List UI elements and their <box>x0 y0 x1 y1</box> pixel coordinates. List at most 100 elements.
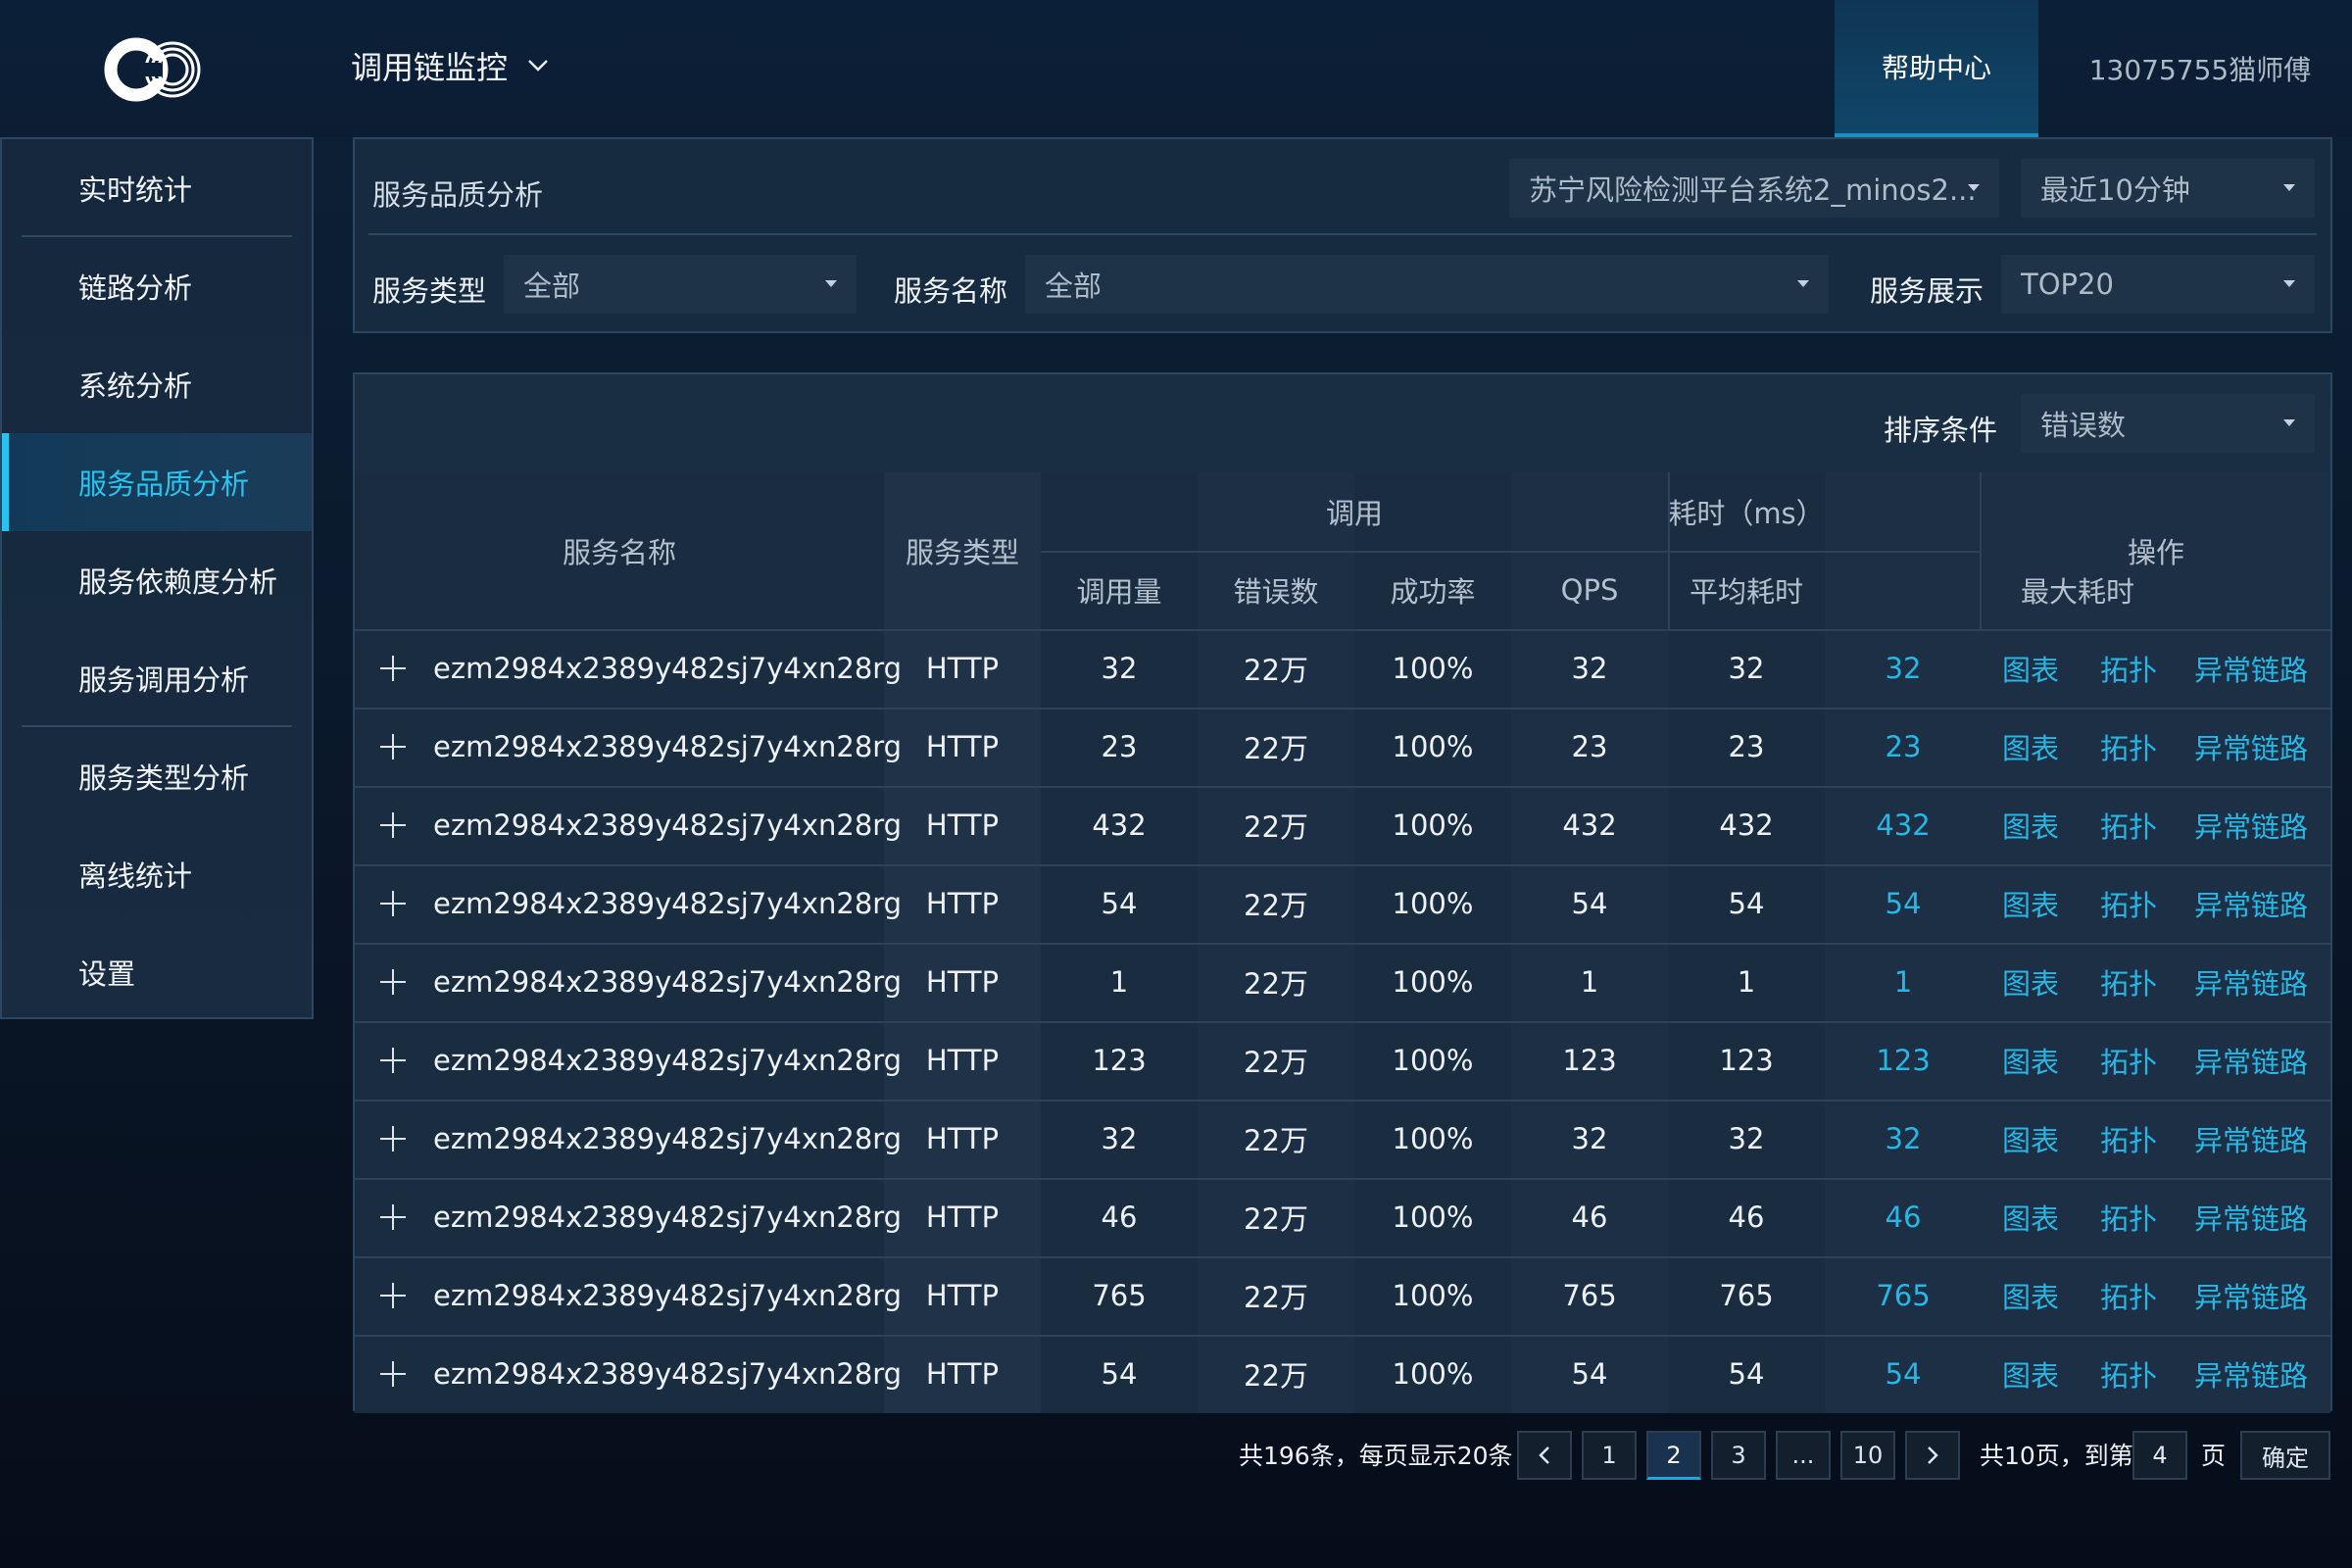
service-name-select[interactable]: 全部 <box>1025 255 1829 314</box>
expand-row-icon[interactable] <box>378 889 408 918</box>
prev-page-button[interactable] <box>1517 1431 1572 1480</box>
cell-error-count: 22万 <box>1244 967 1308 1001</box>
cell-max-time[interactable]: 1 <box>1825 943 1982 1021</box>
expand-row-icon[interactable] <box>378 1281 408 1310</box>
topology-link[interactable]: 拓扑 <box>2080 1256 2178 1335</box>
sidebar-item-system-analysis[interactable]: 系统分析 <box>2 335 312 433</box>
abnormal-trace-link[interactable]: 异常链路 <box>2178 864 2325 943</box>
sidebar-item-service-dependency[interactable]: 服务依赖度分析 <box>2 531 312 629</box>
abnormal-trace-link[interactable]: 异常链路 <box>2178 1100 2325 1178</box>
service-type-select[interactable]: 全部 <box>504 255 857 314</box>
chart-link[interactable]: 图表 <box>1982 1256 2080 1335</box>
sort-select[interactable]: 错误数 <box>2021 394 2315 453</box>
sort-label: 排序条件 <box>1884 414 1998 447</box>
topology-link[interactable]: 拓扑 <box>2080 1178 2178 1256</box>
chart-link[interactable]: 图表 <box>1982 1335 2080 1413</box>
abnormal-trace-link[interactable]: 异常链路 <box>2178 629 2325 708</box>
service-display-select[interactable]: TOP20 <box>2001 255 2315 314</box>
next-page-button[interactable] <box>1905 1431 1960 1480</box>
sidebar-item-service-type[interactable]: 服务类型分析 <box>2 727 312 825</box>
chart-link[interactable]: 图表 <box>1982 1178 2080 1256</box>
topology-link[interactable]: 拓扑 <box>2080 708 2178 786</box>
expand-row-icon[interactable] <box>378 654 408 683</box>
user-name: 13075755猫师傅 <box>2088 54 2312 86</box>
sidebar-item-settings[interactable]: 设置 <box>2 923 312 1021</box>
expand-row-icon[interactable] <box>378 1202 408 1232</box>
abnormal-trace-link[interactable]: 异常链路 <box>2178 1021 2325 1100</box>
system-select-value: 苏宁风险检测平台系统2_minos2... <box>1529 173 1977 207</box>
cell-max-time[interactable]: 32 <box>1825 629 1982 708</box>
chart-link[interactable]: 图表 <box>1982 629 2080 708</box>
topology-link[interactable]: 拓扑 <box>2080 864 2178 943</box>
page-button-1[interactable]: 1 <box>1582 1431 1637 1480</box>
cell-qps: 32 <box>1571 1122 1608 1155</box>
cell-max-time[interactable]: 54 <box>1825 1335 1982 1413</box>
cell-call-count: 54 <box>1101 887 1138 920</box>
cell-max-time[interactable]: 123 <box>1825 1021 1982 1100</box>
cell-max-time[interactable]: 432 <box>1825 786 1982 864</box>
abnormal-trace-link[interactable]: 异常链路 <box>2178 708 2325 786</box>
cell-max-time[interactable]: 765 <box>1825 1256 1982 1335</box>
chart-link[interactable]: 图表 <box>1982 708 2080 786</box>
sidebar-item-service-quality[interactable]: 服务品质分析 <box>2 433 312 531</box>
cell-max-time[interactable]: 54 <box>1825 864 1982 943</box>
chart-link[interactable]: 图表 <box>1982 864 2080 943</box>
expand-row-icon[interactable] <box>378 1359 408 1389</box>
cell-error-count: 22万 <box>1244 1124 1308 1157</box>
cell-error-count: 22万 <box>1244 1359 1308 1393</box>
expand-row-icon[interactable] <box>378 732 408 761</box>
confirm-button[interactable]: 确定 <box>2240 1431 2330 1480</box>
page-button-3[interactable]: 3 <box>1711 1431 1766 1480</box>
help-center-button[interactable]: 帮助中心 <box>1835 0 2038 137</box>
page-button-10[interactable]: 10 <box>1840 1431 1895 1480</box>
cell-error-count: 22万 <box>1244 1046 1308 1079</box>
chevron-left-icon <box>1539 1446 1549 1464</box>
sidebar-item-realtime-stats[interactable]: 实时统计 <box>2 139 312 237</box>
cell-success-rate: 100% <box>1392 1044 1474 1077</box>
system-select[interactable]: 苏宁风险检测平台系统2_minos2... <box>1509 159 1999 218</box>
cell-success-rate: 100% <box>1392 730 1474 763</box>
expand-row-icon[interactable] <box>378 1124 408 1153</box>
cell-service-type: HTTP <box>925 652 1000 685</box>
cell-max-time[interactable]: 23 <box>1825 708 1982 786</box>
abnormal-trace-link[interactable]: 异常链路 <box>2178 1335 2325 1413</box>
chevron-down-icon <box>528 60 548 72</box>
cell-error-count: 22万 <box>1244 1281 1308 1314</box>
expand-row-icon[interactable] <box>378 1046 408 1075</box>
abnormal-trace-link[interactable]: 异常链路 <box>2178 1178 2325 1256</box>
chart-link[interactable]: 图表 <box>1982 1021 2080 1100</box>
cell-max-time[interactable]: 46 <box>1825 1178 1982 1256</box>
cell-success-rate: 100% <box>1392 965 1474 999</box>
topology-link[interactable]: 拓扑 <box>2080 786 2178 864</box>
expand-row-icon[interactable] <box>378 810 408 840</box>
topology-link[interactable]: 拓扑 <box>2080 1335 2178 1413</box>
sidebar-item-service-calls[interactable]: 服务调用分析 <box>2 629 312 727</box>
user-menu[interactable]: 13075755猫师傅 <box>2048 0 2352 137</box>
sidebar-item-offline-stats[interactable]: 离线统计 <box>2 825 312 923</box>
abnormal-trace-link[interactable]: 异常链路 <box>2178 786 2325 864</box>
topology-link[interactable]: 拓扑 <box>2080 1021 2178 1100</box>
page-button-2[interactable]: 2 <box>1646 1431 1701 1480</box>
service-type-label: 服务类型 <box>372 274 487 308</box>
expand-row-icon[interactable] <box>378 967 408 997</box>
topology-link[interactable]: 拓扑 <box>2080 943 2178 1021</box>
chart-link[interactable]: 图表 <box>1982 943 2080 1021</box>
header-divider <box>1980 472 1982 629</box>
cell-service-type: HTTP <box>925 1044 1000 1077</box>
chart-link[interactable]: 图表 <box>1982 1100 2080 1178</box>
goto-page-input[interactable]: 4 <box>2132 1431 2187 1480</box>
cell-qps: 432 <box>1562 808 1617 842</box>
total-pages-text: 共10页，到第 <box>1980 1442 2133 1470</box>
app-title-dropdown[interactable]: 调用链监控 <box>351 43 549 88</box>
topology-link[interactable]: 拓扑 <box>2080 1100 2178 1178</box>
topology-link[interactable]: 拓扑 <box>2080 629 2178 708</box>
sidebar-item-label: 设置 <box>78 957 136 991</box>
sidebar-item-trace-analysis[interactable]: 链路分析 <box>2 237 312 335</box>
cell-max-time[interactable]: 32 <box>1825 1100 1982 1178</box>
page-suffix: 页 <box>2201 1442 2227 1470</box>
page-button-ellipsis[interactable]: ... <box>1776 1431 1831 1480</box>
chart-link[interactable]: 图表 <box>1982 786 2080 864</box>
time-range-select[interactable]: 最近10分钟 <box>2021 159 2315 218</box>
abnormal-trace-link[interactable]: 异常链路 <box>2178 943 2325 1021</box>
abnormal-trace-link[interactable]: 异常链路 <box>2178 1256 2325 1335</box>
